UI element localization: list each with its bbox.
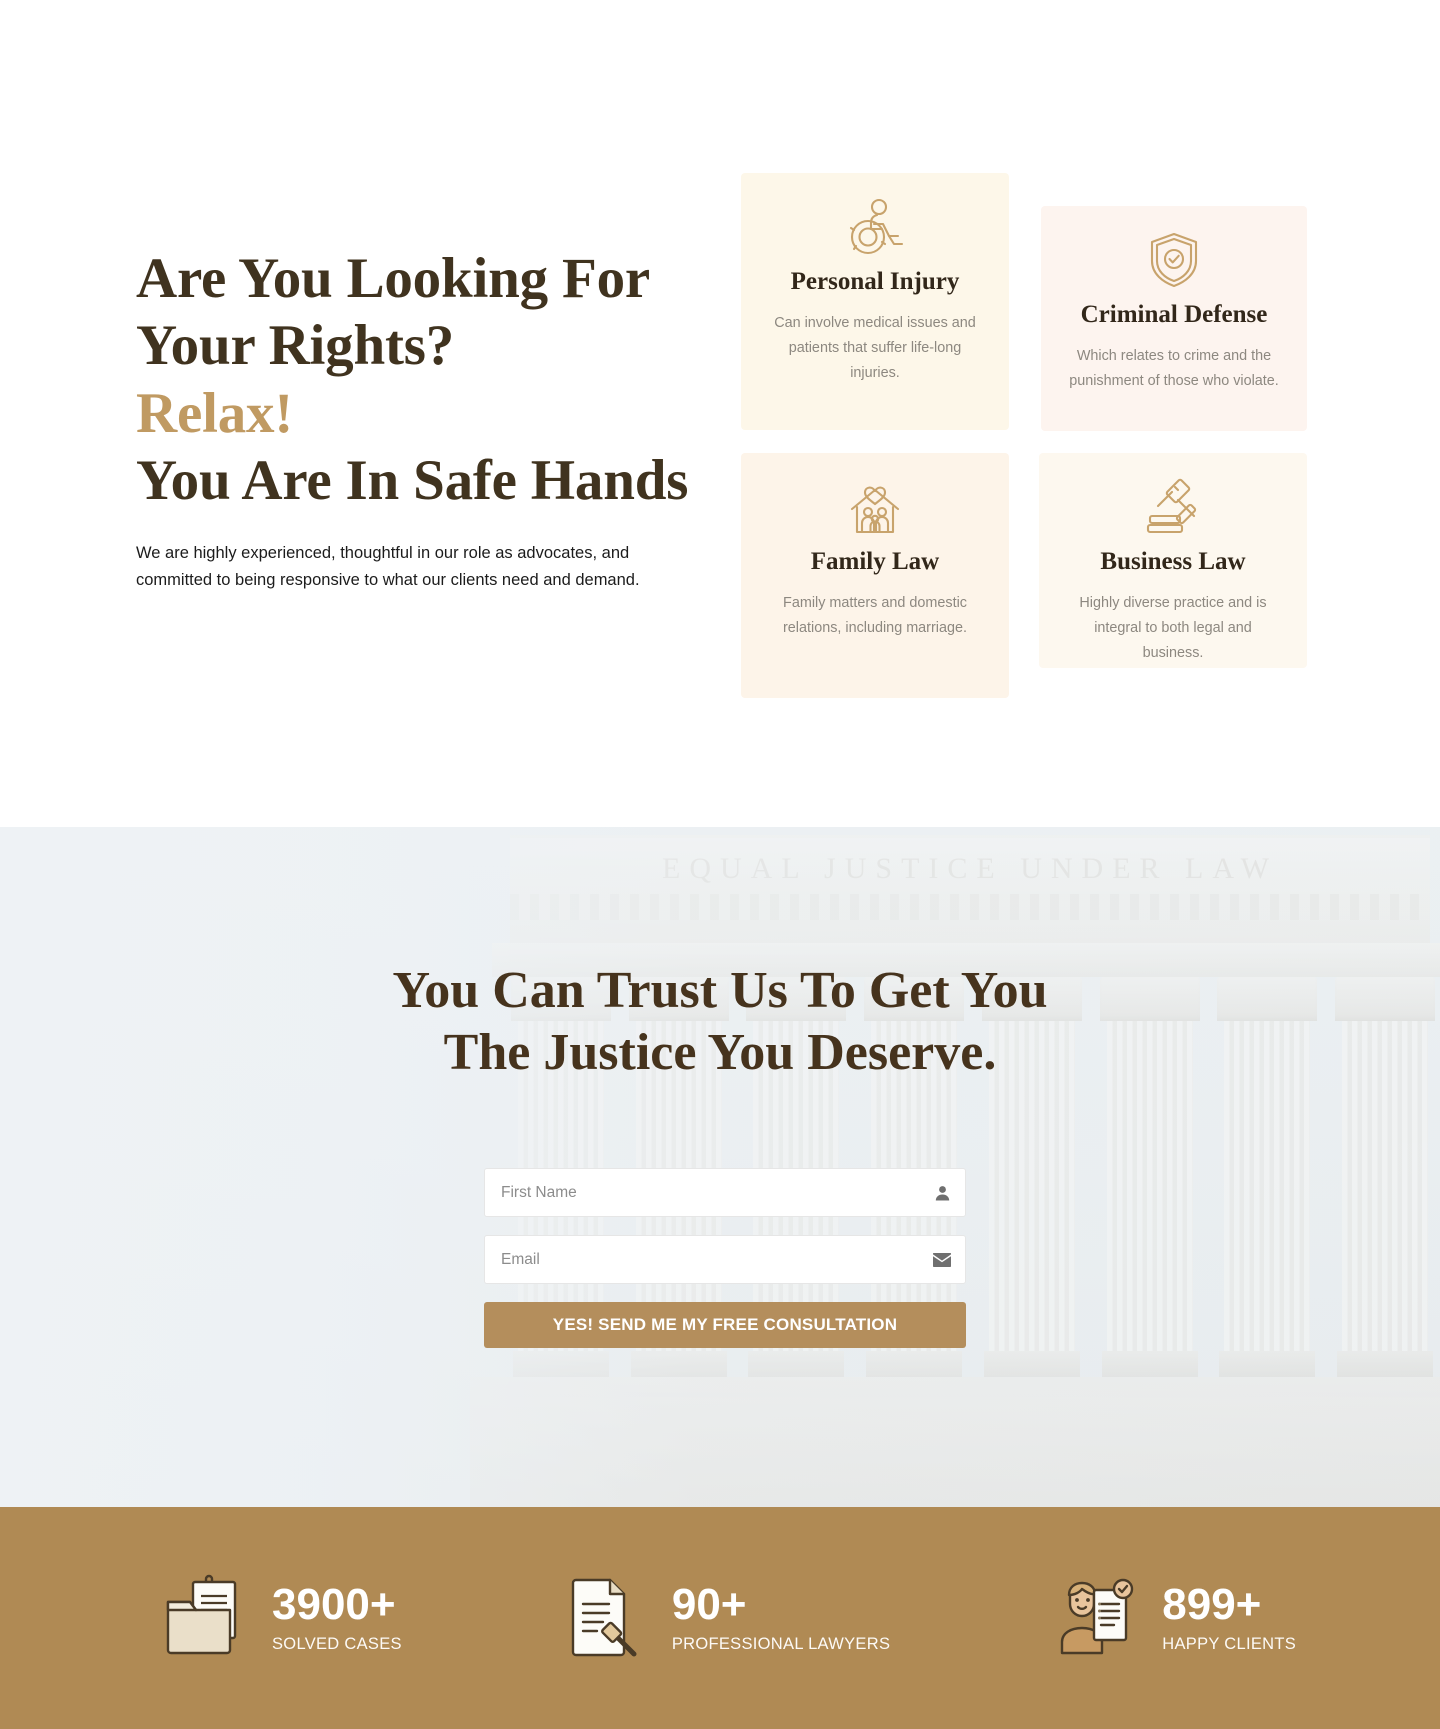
landing-page: Are You Looking For Your Rights? Relax! … (0, 0, 1440, 1729)
trust-heading: You Can Trust Us To Get You The Justice … (0, 960, 1440, 1085)
service-title: Personal Injury (790, 268, 960, 295)
stat-solved-cases: 3900+ SOLVED CASES (160, 1574, 402, 1662)
service-title: Family Law (810, 548, 940, 575)
hero-text-block: Are You Looking For Your Rights? Relax! … (136, 245, 696, 593)
page-title: Are You Looking For Your Rights? Relax! … (136, 245, 696, 514)
service-description: Which relates to crime and the punishmen… (1069, 348, 1279, 389)
trust-heading-line-1: You Can Trust Us To Get You (392, 962, 1048, 1019)
service-card-personal-injury[interactable]: Personal Injury Can involve medical issu… (741, 173, 1009, 430)
headline-line-3: You Are In Safe Hands (136, 448, 689, 512)
stat-label: HAPPY CLIENTS (1162, 1634, 1297, 1653)
stat-label: PROFESSIONAL LAWYERS (671, 1634, 891, 1653)
shield-check-icon (1067, 228, 1281, 292)
service-card-business-law[interactable]: Business Law Highly diverse practice and… (1039, 453, 1307, 668)
service-cards: Personal Injury Can involve medical issu… (741, 173, 1321, 698)
hero-services-section: Are You Looking For Your Rights? Relax! … (0, 0, 1440, 827)
first-name-field[interactable] (484, 1168, 966, 1217)
first-name-input[interactable] (485, 1183, 965, 1202)
stat-label: SOLVED CASES (272, 1634, 402, 1653)
document-gavel-icon (560, 1574, 652, 1662)
email-field[interactable] (484, 1235, 966, 1284)
service-description: Family matters and domestic relations, i… (783, 595, 967, 636)
service-title: Business Law (1100, 548, 1246, 575)
headline-line-2: Your Rights? (136, 314, 455, 378)
folder-document-icon (160, 1574, 252, 1662)
envelope-icon (933, 1252, 951, 1267)
wheelchair-icon (767, 195, 983, 259)
person-icon (934, 1184, 951, 1201)
email-input[interactable] (485, 1250, 965, 1269)
headline-line-1: Are You Looking For (136, 247, 650, 310)
gavel-icon (1065, 475, 1281, 539)
stat-professional-lawyers: 90+ PROFESSIONAL LAWYERS (560, 1574, 890, 1662)
client-checklist-icon (1050, 1574, 1142, 1662)
service-description: Can involve medical issues and patients … (774, 315, 976, 381)
background-overlay (0, 827, 1440, 1507)
stat-number: 899+ (1162, 1579, 1262, 1629)
service-title: Criminal Defense (1080, 301, 1268, 328)
submit-consultation-button[interactable]: YES! SEND ME MY FREE CONSULTATION (484, 1302, 966, 1348)
headline-accent: Relax! (136, 381, 294, 445)
stat-happy-clients: 899+ HAPPY CLIENTS (1050, 1574, 1296, 1662)
house-heart-icon (767, 475, 983, 539)
stat-text: 3900+ SOLVED CASES (272, 1579, 402, 1654)
service-card-family-law[interactable]: Family Law Family matters and domestic r… (741, 453, 1009, 698)
consultation-form: YES! SEND ME MY FREE CONSULTATION (484, 1168, 966, 1348)
trust-heading-line-2: The Justice You Deserve. (443, 1024, 997, 1082)
stat-number: 90+ (671, 1579, 747, 1629)
trust-section: EQUAL JUSTICE UNDER LAW (0, 827, 1440, 1507)
stat-text: 90+ PROFESSIONAL LAWYERS (671, 1579, 891, 1654)
stat-text: 899+ HAPPY CLIENTS (1162, 1579, 1297, 1654)
service-description: Highly diverse practice and is integral … (1079, 595, 1267, 661)
hero-paragraph: We are highly experienced, thoughtful in… (136, 544, 640, 589)
service-card-criminal-defense[interactable]: Criminal Defense Which relates to crime … (1041, 206, 1307, 431)
stat-number: 3900+ (272, 1579, 396, 1629)
stats-bar: 3900+ SOLVED CASES 90+ PROFESSIONAL LAWY… (0, 1507, 1440, 1729)
